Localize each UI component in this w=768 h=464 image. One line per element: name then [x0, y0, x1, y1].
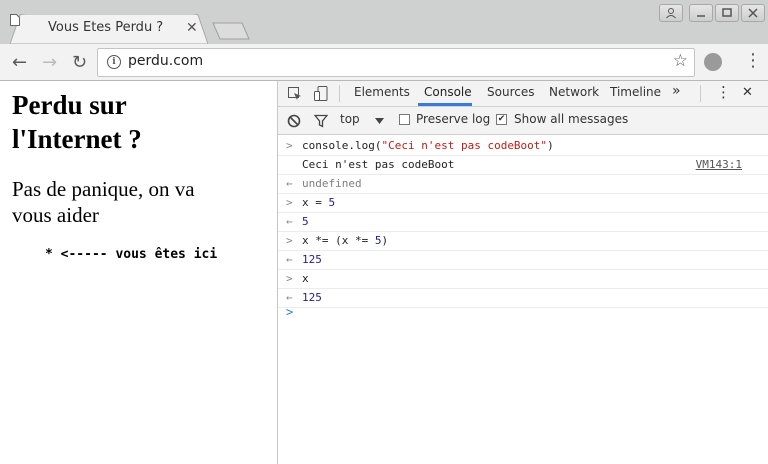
console-result-row: ← undefined: [278, 175, 768, 194]
device-toolbar-icon[interactable]: [313, 85, 329, 102]
inspect-element-icon[interactable]: [287, 86, 303, 102]
console-toolbar: top Preserve log ✔ Show all messages: [278, 107, 768, 135]
result-value: 125: [302, 291, 322, 304]
maximize-icon: [722, 8, 732, 17]
devtools-panel: Elements Console Sources Network Timelin…: [278, 81, 768, 464]
input-chevron-icon: >: [286, 196, 293, 209]
maximize-button[interactable]: [715, 4, 739, 22]
person-icon: [666, 8, 676, 19]
result-value: undefined: [302, 177, 362, 190]
console-result-row: ← 125: [278, 289, 768, 308]
more-tabs-icon[interactable]: »: [672, 83, 681, 99]
input-chevron-icon: >: [286, 234, 293, 247]
result-arrow-icon: ←: [286, 291, 293, 304]
info-icon[interactable]: i: [107, 55, 121, 69]
tab-network[interactable]: Network: [549, 85, 599, 99]
active-tab-indicator: [418, 103, 472, 106]
tab-console[interactable]: Console: [424, 85, 472, 99]
source-link[interactable]: VM143:1: [696, 158, 742, 171]
devtools-tab-bar: Elements Console Sources Network Timelin…: [278, 81, 768, 107]
context-selector[interactable]: top: [340, 112, 360, 126]
result-value: 5: [302, 215, 309, 228]
chrome-menu-icon[interactable]: ⋮: [744, 52, 762, 70]
url-text[interactable]: perdu.com: [128, 53, 203, 69]
console-input-row: > x = 5: [278, 194, 768, 213]
tab-strip: Vous Etes Perdu ? ✕: [0, 0, 768, 44]
input-chevron-icon: >: [286, 139, 293, 152]
heading-line-1: Perdu sur: [12, 90, 127, 120]
devtools-menu-icon[interactable]: ⋮: [716, 83, 731, 101]
preserve-log-label: Preserve log: [416, 112, 491, 126]
back-button[interactable]: ←: [12, 52, 27, 73]
preserve-log-checkbox[interactable]: [399, 114, 410, 125]
console-result-row: ← 125: [278, 251, 768, 270]
browser-toolbar: ← → ↻ i perdu.com ☆ ⋮: [0, 44, 768, 81]
show-all-messages-checkbox[interactable]: ✔: [496, 114, 507, 125]
console-input-row: > console.log("Ceci n'est pas codeBoot"): [278, 137, 768, 156]
profile-button[interactable]: [659, 4, 683, 22]
minimize-icon: [697, 15, 705, 17]
toolbar-separator: [700, 85, 701, 102]
tab-title: Vous Etes Perdu ?: [48, 20, 164, 35]
show-all-messages-label: Show all messages: [514, 112, 629, 126]
input-chevron-icon: >: [286, 272, 293, 285]
console-command[interactable]: x = 5: [302, 196, 335, 209]
dropdown-arrow-icon[interactable]: [375, 118, 384, 124]
you-are-here-text: * <----- vous êtes ici: [45, 247, 218, 262]
page-icon: [10, 14, 20, 26]
extension-icon[interactable]: [704, 53, 722, 71]
console-output: > console.log("Ceci n'est pas codeBoot")…: [278, 135, 768, 464]
web-page: Perdu sur l'Internet ? Pas de panique, o…: [0, 81, 277, 464]
new-tab-button[interactable]: [212, 22, 250, 40]
result-value: 125: [302, 253, 322, 266]
reload-button[interactable]: ↻: [72, 52, 87, 73]
console-command[interactable]: console.log("Ceci n'est pas codeBoot"): [302, 139, 554, 152]
subheading-line-1: Pas de panique, on va: [12, 177, 195, 201]
filter-icon[interactable]: [314, 114, 328, 128]
result-arrow-icon: ←: [286, 177, 293, 190]
result-arrow-icon: ←: [286, 215, 293, 228]
close-window-button[interactable]: [741, 4, 765, 22]
close-tab-icon[interactable]: ✕: [186, 20, 198, 36]
close-window-icon: [748, 8, 758, 18]
heading-line-2: l'Internet ?: [12, 124, 142, 154]
page-subheading: Pas de panique, on va vous aider: [12, 176, 195, 228]
subheading-line-2: vous aider: [12, 203, 99, 227]
address-bar[interactable]: i perdu.com ☆: [97, 48, 695, 77]
console-input-row: > x: [278, 270, 768, 289]
bookmark-star-icon[interactable]: ☆: [673, 51, 688, 71]
result-arrow-icon: ←: [286, 253, 293, 266]
tab-elements[interactable]: Elements: [354, 85, 410, 99]
console-command[interactable]: x *= (x *= 5): [302, 234, 388, 247]
tab-sources[interactable]: Sources: [487, 85, 534, 99]
log-message: Ceci n'est pas codeBoot: [302, 158, 455, 171]
toolbar-separator: [339, 85, 340, 102]
console-prompt[interactable]: >: [286, 305, 293, 319]
clear-console-icon[interactable]: [287, 114, 301, 128]
console-command[interactable]: x: [302, 272, 309, 285]
tab-timeline[interactable]: Timeline: [610, 85, 661, 99]
console-result-row: ← 5: [278, 213, 768, 232]
forward-button[interactable]: →: [42, 52, 57, 73]
console-input-row: > x *= (x *= 5): [278, 232, 768, 251]
browser-tab[interactable]: Vous Etes Perdu ? ✕: [10, 14, 208, 44]
minimize-button[interactable]: [689, 4, 713, 22]
console-log-row: Ceci n'est pas codeBoot VM143:1: [278, 156, 768, 175]
close-devtools-icon[interactable]: ✕: [742, 85, 753, 100]
page-heading: Perdu sur l'Internet ?: [12, 88, 142, 156]
